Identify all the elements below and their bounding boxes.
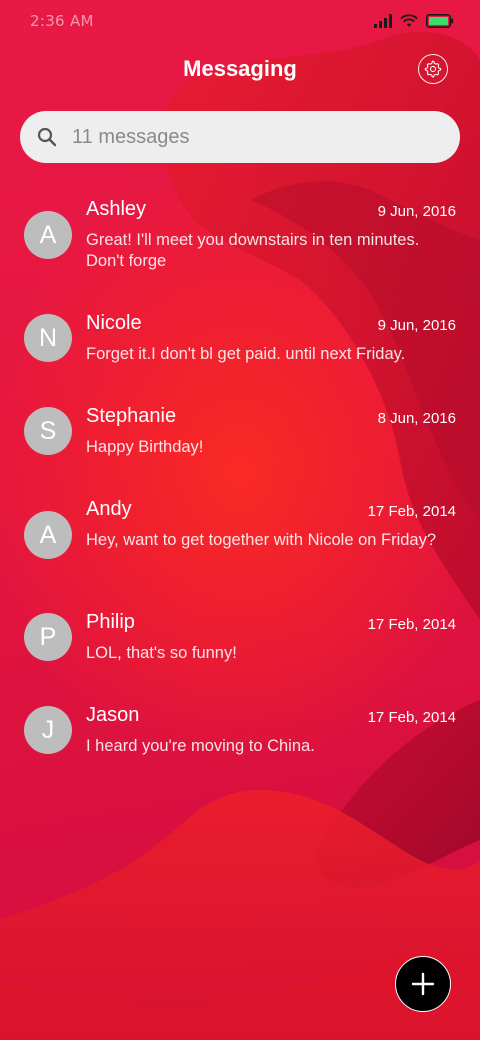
status-bar: 2:36 AM [0,0,480,40]
list-item[interactable]: P Philip 17 Feb, 2014 LOL, that's so fun… [0,603,480,693]
status-icons [374,12,454,30]
page-title: Messaging [183,56,297,81]
message-date: 9 Jun, 2016 [377,317,456,334]
contact-name: Andy [86,498,132,520]
list-item[interactable]: J Jason 17 Feb, 2014 I heard you're movi… [0,696,480,786]
avatar: P [24,613,72,661]
list-item[interactable]: N Nicole 9 Jun, 2016 Forget it.I don't b… [0,304,480,394]
avatar: J [24,706,72,754]
list-item[interactable]: A Andy 17 Feb, 2014 Hey, want to get tog… [0,490,480,580]
search-input[interactable] [72,125,432,149]
message-date: 17 Feb, 2014 [367,503,456,520]
wifi-icon [400,14,418,27]
message-preview: Hey, want to get together with Nicole on… [86,531,437,549]
avatar: A [24,511,72,559]
message-date: 9 Jun, 2016 [377,203,456,220]
search-bar[interactable] [20,111,460,163]
plus-icon [411,972,435,996]
message-preview: I heard you're moving to China. [86,737,315,755]
message-date: 17 Feb, 2014 [367,616,456,633]
message-preview: Forget it.I don't bl get paid. until nex… [86,345,406,363]
message-date: 8 Jun, 2016 [377,410,456,427]
message-preview: LOL, that's so funny! [86,644,237,662]
settings-button[interactable] [418,54,448,84]
status-time: 2:36 AM [30,12,94,30]
avatar: S [24,407,72,455]
contact-name: Jason [86,704,140,726]
contact-name: Ashley [86,198,147,220]
message-preview: Great! I'll meet you downstairs in ten m… [86,231,420,270]
avatar: A [24,211,72,259]
contact-name: Nicole [86,312,142,334]
search-icon [37,127,57,147]
message-preview: Happy Birthday! [86,438,204,456]
gear-icon [424,60,442,78]
list-item[interactable]: S Stephanie 8 Jun, 2016 Happy Birthday! [0,397,480,487]
signal-icon [374,14,392,28]
battery-icon [426,14,454,28]
avatar: N [24,314,72,362]
contact-name: Stephanie [86,405,177,427]
message-date: 17 Feb, 2014 [367,709,456,726]
contact-name: Philip [86,611,135,633]
new-message-button[interactable] [395,956,451,1012]
list-item[interactable]: A Ashley 9 Jun, 2016 Great! I'll meet yo… [0,190,480,280]
